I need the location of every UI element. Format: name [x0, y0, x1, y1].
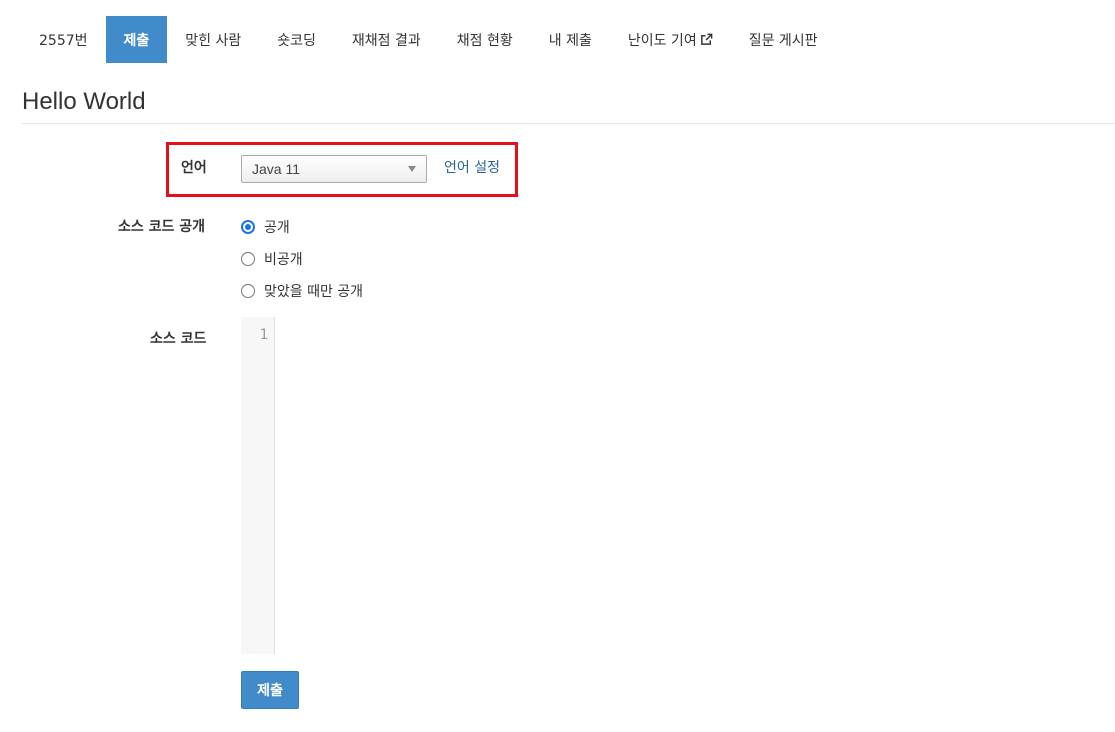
nav-label: 난이도 기여: [627, 32, 697, 49]
visibility-option-public[interactable]: 공개: [241, 217, 290, 237]
radio-button[interactable]: [241, 284, 255, 298]
external-link-icon: [700, 33, 713, 45]
nav-label: 질문 게시판: [748, 32, 818, 49]
language-select[interactable]: Java 11: [241, 155, 427, 183]
nav-label: 2557번: [39, 32, 88, 49]
submit-button[interactable]: 제출: [241, 671, 299, 709]
radio-button[interactable]: [241, 252, 255, 266]
visibility-option-accepted-only[interactable]: 맞았을 때만 공개: [241, 281, 363, 301]
nav-item-rejudge-results[interactable]: 재채점 결과: [334, 16, 439, 63]
nav-label: 맞힌 사람: [185, 32, 242, 49]
radio-label: 맞았을 때만 공개: [264, 284, 364, 300]
chevron-down-icon: [408, 166, 416, 172]
radio-label: 비공개: [264, 252, 303, 268]
page-title: Hello World: [22, 88, 146, 115]
editor-gutter: 1: [241, 317, 275, 654]
nav-item-my-submissions[interactable]: 내 제출: [531, 16, 610, 63]
title-divider: [22, 123, 1115, 124]
line-number: 1: [259, 327, 268, 343]
nav-item-problem-number[interactable]: 2557번: [21, 16, 106, 63]
nav-label: 채점 현황: [456, 32, 513, 49]
nav-item-solved-users[interactable]: 맞힌 사람: [167, 16, 259, 63]
source-code-editor[interactable]: 1: [241, 317, 1115, 654]
nav-label: 제출: [123, 32, 150, 49]
language-settings-link[interactable]: 언어 설정: [444, 157, 500, 177]
nav-item-qna-board[interactable]: 질문 게시판: [731, 16, 836, 63]
nav-item-submit[interactable]: 제출: [105, 16, 168, 63]
nav-item-short-coding[interactable]: 숏코딩: [259, 16, 334, 63]
source-code-label: 소스 코드: [150, 331, 207, 347]
nav-item-judge-status[interactable]: 채점 현황: [439, 16, 531, 63]
language-select-value: Java 11: [252, 161, 300, 177]
visibility-option-private[interactable]: 비공개: [241, 249, 303, 269]
nav-label: 숏코딩: [277, 32, 316, 49]
nav-label: 재채점 결과: [351, 32, 421, 49]
radio-label: 공개: [264, 220, 290, 236]
language-label: 언어: [181, 160, 207, 176]
nav-label: 내 제출: [548, 32, 592, 49]
visibility-label: 소스 코드 공개: [118, 219, 206, 235]
radio-button[interactable]: [241, 220, 255, 234]
problem-nav: 2557번 제출 맞힌 사람 숏코딩 재채점 결과 채점 현황 내 제출 난이도…: [21, 16, 836, 63]
nav-item-difficulty-contribution[interactable]: 난이도 기여: [610, 16, 731, 63]
